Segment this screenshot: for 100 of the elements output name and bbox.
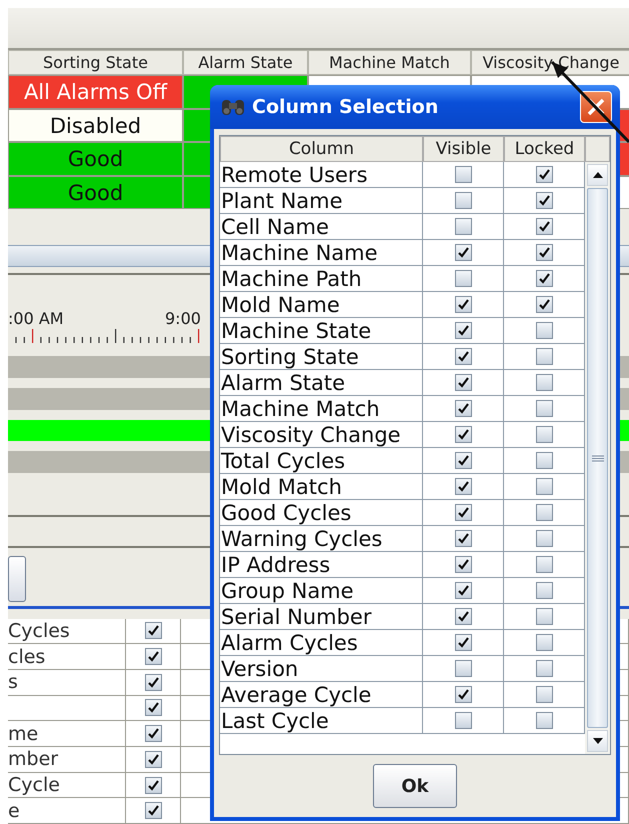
checkbox[interactable] <box>454 608 472 625</box>
checkbox[interactable] <box>536 452 552 469</box>
header-corner <box>585 136 610 162</box>
checkbox[interactable] <box>144 622 162 640</box>
checkbox[interactable] <box>454 530 472 547</box>
checkbox[interactable] <box>454 296 472 313</box>
table-cell: Total Cycles <box>220 448 423 474</box>
dialog-title: Column Selection <box>252 96 440 118</box>
checkbox[interactable] <box>454 270 472 287</box>
checkbox[interactable] <box>454 504 472 521</box>
checkbox[interactable] <box>536 530 552 547</box>
table-cell: Warning Cycles <box>220 526 423 552</box>
table-cell: Alarm Cycles <box>220 630 423 656</box>
checkbox[interactable] <box>454 452 472 469</box>
checkbox[interactable] <box>536 166 552 183</box>
checkbox[interactable] <box>144 699 162 716</box>
table-cell: Cell Name <box>220 214 423 240</box>
time-label: :00 AM <box>8 309 64 328</box>
checkbox[interactable] <box>454 686 472 703</box>
column-header[interactable]: Sorting State <box>8 50 183 76</box>
checkbox[interactable] <box>536 426 552 443</box>
checkbox[interactable] <box>536 478 552 495</box>
checkbox[interactable] <box>536 374 552 391</box>
column-header[interactable]: Alarm State <box>183 50 308 76</box>
checkbox[interactable] <box>536 504 552 521</box>
checkbox[interactable] <box>454 192 472 209</box>
column-header[interactable]: Viscosity Change <box>471 50 629 76</box>
checkbox[interactable] <box>536 192 552 209</box>
checkbox[interactable] <box>536 582 552 599</box>
checkbox[interactable] <box>454 556 472 573</box>
column-header[interactable]: Machine Match <box>308 50 471 76</box>
table-cell: Version <box>220 656 423 682</box>
table-cell: Alarm State <box>220 370 423 396</box>
checkbox[interactable] <box>536 686 552 703</box>
table-cell: Average Cycle <box>220 682 423 708</box>
table-cell: All Alarms Off <box>8 75 183 109</box>
checkbox[interactable] <box>454 582 472 599</box>
checkbox[interactable] <box>536 634 552 651</box>
table-cell: Mold Match <box>220 474 423 500</box>
scroll-thumb[interactable] <box>587 188 608 728</box>
table-cell: Good Cycles <box>220 500 423 526</box>
table-cell: Disabled <box>8 108 183 142</box>
grip-icon <box>592 454 604 462</box>
column-header[interactable]: Locked <box>504 136 585 162</box>
binoculars-icon <box>220 97 246 117</box>
checkbox[interactable] <box>536 608 552 625</box>
checkbox[interactable] <box>144 725 162 742</box>
up-arrow-icon <box>592 172 602 178</box>
checkbox[interactable] <box>454 244 472 261</box>
checkbox[interactable] <box>454 634 472 651</box>
checkbox[interactable] <box>536 556 552 573</box>
checkbox[interactable] <box>536 322 552 339</box>
row-label: mber <box>8 746 126 772</box>
row-label: e <box>8 798 126 824</box>
checkbox[interactable] <box>536 244 552 261</box>
table-cell: Machine Name <box>220 240 423 266</box>
row-label: cles <box>8 644 126 669</box>
table-cell: Machine Match <box>220 396 423 422</box>
checkbox[interactable] <box>536 348 552 365</box>
checkbox[interactable] <box>454 322 472 339</box>
checkbox[interactable] <box>536 296 552 313</box>
table-cell: Viscosity Change <box>220 422 423 448</box>
checkbox[interactable] <box>144 674 162 691</box>
close-icon <box>586 97 606 117</box>
checkbox[interactable] <box>454 426 472 443</box>
checkbox[interactable] <box>536 400 552 417</box>
table-cell: Good <box>8 176 183 210</box>
checkbox[interactable] <box>454 400 472 417</box>
checkbox[interactable] <box>454 166 472 183</box>
checkbox[interactable] <box>454 712 472 729</box>
row-label: me <box>8 721 126 746</box>
scroll-down-button[interactable] <box>587 730 608 752</box>
table-cell: Remote Users <box>220 162 423 188</box>
table-cell: Good <box>8 142 183 176</box>
column-header[interactable]: Visible <box>423 136 504 162</box>
checkbox[interactable] <box>536 712 552 729</box>
checkbox[interactable] <box>454 478 472 495</box>
checkbox[interactable] <box>144 802 162 820</box>
checkbox[interactable] <box>454 374 472 391</box>
checkbox[interactable] <box>454 218 472 235</box>
scroll-up-button[interactable] <box>587 164 608 186</box>
checkbox[interactable] <box>536 660 552 677</box>
partial-button[interactable] <box>8 556 26 602</box>
checkbox[interactable] <box>536 270 552 287</box>
column-header[interactable]: Column <box>220 136 423 162</box>
checkbox[interactable] <box>454 348 472 365</box>
checkbox[interactable] <box>144 776 162 794</box>
row-label: Cycle <box>8 772 126 798</box>
checkbox[interactable] <box>536 218 552 235</box>
table-cell: Machine State <box>220 318 423 344</box>
checkbox[interactable] <box>144 648 162 666</box>
table-cell: Plant Name <box>220 188 423 214</box>
table-cell: Serial Number <box>220 604 423 630</box>
ok-button[interactable]: Ok <box>373 764 457 808</box>
checkbox[interactable] <box>144 750 162 768</box>
row-label: s <box>8 670 126 695</box>
table-cell: Sorting State <box>220 344 423 370</box>
scrollbar[interactable] <box>585 162 610 754</box>
table-cell: IP Address <box>220 552 423 578</box>
checkbox[interactable] <box>454 660 472 677</box>
